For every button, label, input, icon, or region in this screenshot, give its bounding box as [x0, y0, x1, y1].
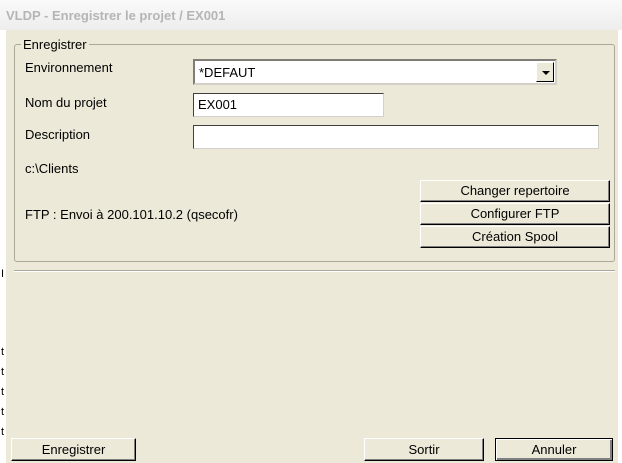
chevron-down-icon[interactable] [536, 62, 554, 82]
ftp-info-text: FTP : Envoi à 200.101.10.2 (qsecofr) [25, 207, 238, 222]
dialog-window: Enregistrer Environnement *DEFAUT Nom du… [6, 30, 618, 463]
changer-repertoire-button[interactable]: Changer repertoire [420, 180, 610, 202]
background-text-fragment: t [1, 386, 5, 398]
description-label: Description [25, 127, 91, 142]
environnement-select[interactable]: *DEFAUT [193, 59, 557, 85]
background-text-fragment: t [1, 346, 5, 358]
title-bar[interactable]: VLDP - Enregistrer le projet / EX001 [0, 0, 622, 30]
environnement-value: *DEFAUT [199, 65, 256, 80]
background-text-fragment: t [1, 426, 5, 438]
environnement-label: Environnement [25, 60, 113, 75]
enregistrer-button[interactable]: Enregistrer [11, 438, 136, 461]
background-text-fragment: t [1, 406, 5, 418]
path-text: c:\Clients [25, 161, 79, 176]
window-title: VLDP - Enregistrer le projet / EX001 [6, 8, 226, 23]
description-input[interactable] [193, 125, 599, 149]
enregistrer-groupbox: Enregistrer Environnement *DEFAUT Nom du… [14, 37, 615, 262]
creation-spool-button[interactable]: Création Spool [420, 226, 610, 248]
window-right-border [618, 30, 622, 463]
nom-projet-label: Nom du projet [25, 95, 107, 110]
background-text-fragment: t [1, 366, 5, 378]
groupbox-legend: Enregistrer [21, 37, 89, 52]
nom-projet-input[interactable]: EX001 [193, 93, 384, 117]
sortir-button[interactable]: Sortir [364, 438, 484, 461]
separator [14, 270, 615, 272]
configurer-ftp-button[interactable]: Configurer FTP [420, 203, 610, 225]
annuler-button[interactable]: Annuler [495, 438, 613, 461]
background-text-fragment: I [1, 268, 5, 280]
